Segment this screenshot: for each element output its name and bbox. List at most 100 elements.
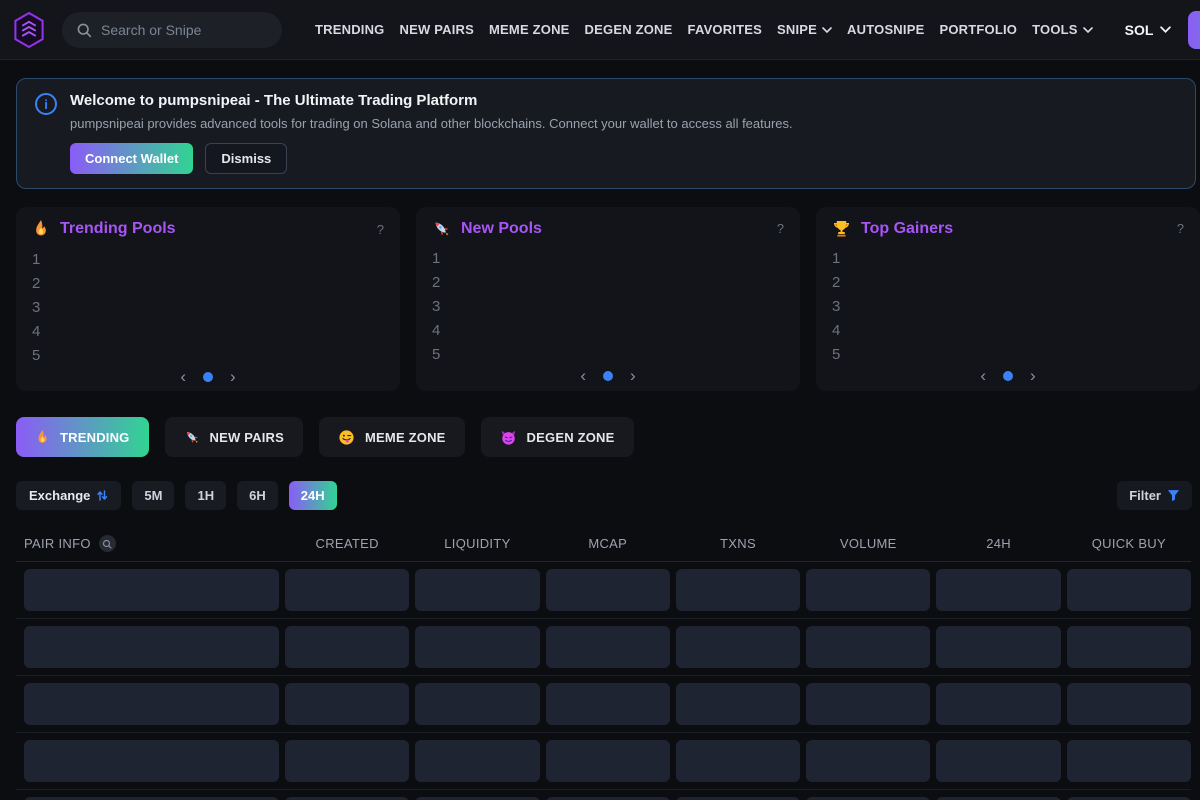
trophy-icon [832, 219, 851, 238]
rocket-icon [432, 219, 451, 238]
navbar: TRENDING NEW PAIRS MEME ZONE DEGEN ZONE … [0, 0, 1200, 60]
tab-degen-zone[interactable]: DEGEN ZONE [481, 417, 634, 457]
column-header-pair-info[interactable]: PAIR INFO [24, 535, 279, 552]
exchange-sort-button[interactable]: Exchange [16, 481, 121, 510]
column-header-volume[interactable]: VOLUME [806, 536, 930, 551]
app-logo-icon[interactable] [10, 9, 48, 51]
timeframe-5m-button[interactable]: 5M [132, 481, 174, 510]
table-row [16, 790, 1191, 800]
trending-pools-card: Trending Pools ? 1 2 3 4 5 ‹ › [16, 207, 400, 391]
nav-item-favorites[interactable]: FAVORITES [688, 22, 763, 37]
nav-item-autosnipe[interactable]: AUTOSNIPE [847, 22, 924, 37]
pairs-table: PAIR INFO CREATED LIQUIDITY MCAP TXNS VO… [16, 526, 1191, 800]
filter-button[interactable]: Filter [1117, 481, 1192, 510]
skeleton-cell [676, 569, 800, 611]
rank-item: 1 [832, 247, 1184, 271]
column-header-liquidity[interactable]: LIQUIDITY [415, 536, 539, 551]
search-input[interactable] [101, 22, 268, 38]
column-header-mcap[interactable]: MCAP [546, 536, 670, 551]
column-header-quick-buy[interactable]: QUICK BUY [1067, 536, 1191, 551]
rank-item: 4 [32, 320, 384, 344]
skeleton-cell [806, 569, 930, 611]
funnel-icon [1167, 489, 1180, 502]
sort-arrows-icon [96, 489, 108, 502]
skeleton-cell [936, 626, 1060, 668]
column-header-24h[interactable]: 24H [936, 536, 1060, 551]
top-gainers-card: Top Gainers ? 1 2 3 4 5 ‹ › [816, 207, 1200, 391]
column-header-txns[interactable]: TXNS [676, 536, 800, 551]
card-title: Top Gainers [861, 220, 953, 238]
prev-page-icon[interactable]: ‹ [580, 367, 586, 384]
rank-item: 1 [432, 247, 784, 271]
skeleton-cell [285, 740, 409, 782]
rank-item: 5 [432, 343, 784, 367]
skeleton-cell [1067, 569, 1191, 611]
card-header: New Pools ? [432, 219, 784, 238]
nav-links: TRENDING NEW PAIRS MEME ZONE DEGEN ZONE … [315, 22, 1093, 37]
nav-item-meme-zone[interactable]: MEME ZONE [489, 22, 570, 37]
nav-item-snipe-dropdown[interactable]: SNIPE [777, 22, 832, 37]
skeleton-cell [676, 740, 800, 782]
help-icon[interactable]: ? [377, 222, 384, 237]
card-title: Trending Pools [60, 220, 176, 238]
skeleton-cell [415, 569, 539, 611]
page-dot[interactable] [203, 372, 213, 382]
card-pagination: ‹ › [432, 367, 784, 388]
devil-face-icon [500, 429, 517, 446]
skeleton-cell [806, 740, 930, 782]
banner-buttons: Connect Wallet Dismiss [70, 143, 793, 174]
skeleton-cell [806, 683, 930, 725]
currency-select[interactable]: SOL [1125, 22, 1172, 38]
tab-new-pairs[interactable]: NEW PAIRS [165, 417, 304, 457]
next-page-icon[interactable]: › [630, 367, 636, 384]
banner-title: Welcome to pumpsnipeai - The Ultimate Tr… [70, 92, 793, 109]
banner-description: pumpsnipeai provides advanced tools for … [70, 116, 793, 131]
page-dot[interactable] [603, 371, 613, 381]
chevron-down-icon [1160, 26, 1171, 33]
prev-page-icon[interactable]: ‹ [980, 367, 986, 384]
skeleton-cell [415, 740, 539, 782]
timeframe-24h-button[interactable]: 24H [289, 481, 337, 510]
skeleton-cell [285, 569, 409, 611]
connect-wallet-button[interactable]: Connect [1188, 11, 1200, 49]
table-search-icon[interactable] [99, 535, 116, 552]
tab-meme-zone[interactable]: MEME ZONE [319, 417, 465, 457]
next-page-icon[interactable]: › [230, 368, 236, 385]
nav-item-portfolio[interactable]: PORTFOLIO [939, 22, 1017, 37]
card-pagination: ‹ › [832, 367, 1184, 388]
timeframe-6h-button[interactable]: 6H [237, 481, 278, 510]
prev-page-icon[interactable]: ‹ [180, 368, 186, 385]
column-header-created[interactable]: CREATED [285, 536, 409, 551]
card-pagination: ‹ › [32, 368, 384, 389]
help-icon[interactable]: ? [777, 221, 784, 236]
rocket-icon [184, 429, 200, 445]
banner-connect-wallet-button[interactable]: Connect Wallet [70, 143, 193, 174]
rank-item: 3 [832, 295, 1184, 319]
skeleton-cell [936, 740, 1060, 782]
nav-item-tools-dropdown[interactable]: TOOLS [1032, 22, 1093, 37]
search-icon [76, 22, 92, 38]
help-icon[interactable]: ? [1177, 221, 1184, 236]
card-header: Top Gainers ? [832, 219, 1184, 238]
nav-item-new-pairs[interactable]: NEW PAIRS [400, 22, 475, 37]
zone-tabs: TRENDING NEW PAIRS MEME ZONE [16, 417, 1200, 457]
skeleton-cell [415, 626, 539, 668]
filter-row: Exchange 5M 1H 6H 24H Filter [16, 481, 1192, 510]
search-bar[interactable] [62, 12, 282, 48]
skeleton-cell [546, 626, 670, 668]
skeleton-cell [676, 683, 800, 725]
skeleton-cell [546, 683, 670, 725]
nav-item-trending[interactable]: TRENDING [315, 22, 385, 37]
skeleton-cell [936, 569, 1060, 611]
table-row [16, 676, 1191, 733]
tab-trending[interactable]: TRENDING [16, 417, 149, 457]
nav-item-degen-zone[interactable]: DEGEN ZONE [585, 22, 673, 37]
page-dot[interactable] [1003, 371, 1013, 381]
banner-dismiss-button[interactable]: Dismiss [205, 143, 287, 174]
skeleton-cell [24, 740, 279, 782]
flame-icon [35, 429, 50, 446]
card-title: New Pools [461, 220, 542, 238]
timeframe-1h-button[interactable]: 1H [185, 481, 226, 510]
skeleton-cell [24, 683, 279, 725]
next-page-icon[interactable]: › [1030, 367, 1036, 384]
